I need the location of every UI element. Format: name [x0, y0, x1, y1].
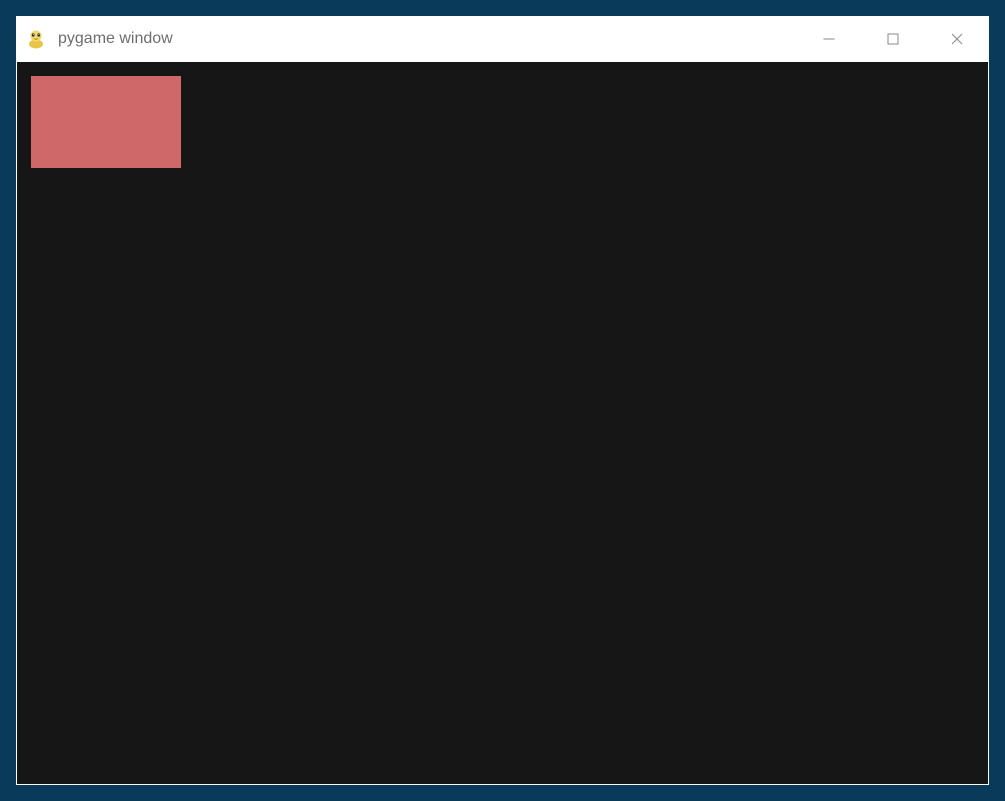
pygame-snake-icon	[26, 29, 46, 49]
maximize-button[interactable]	[861, 16, 925, 62]
pygame-window: pygame window	[16, 16, 989, 785]
close-button[interactable]	[925, 16, 989, 62]
window-title: pygame window	[58, 30, 797, 48]
minimize-button[interactable]	[797, 16, 861, 62]
window-controls	[797, 16, 989, 62]
titlebar[interactable]: pygame window	[16, 16, 989, 62]
pygame-canvas[interactable]	[17, 62, 988, 784]
red-rectangle	[31, 76, 181, 168]
